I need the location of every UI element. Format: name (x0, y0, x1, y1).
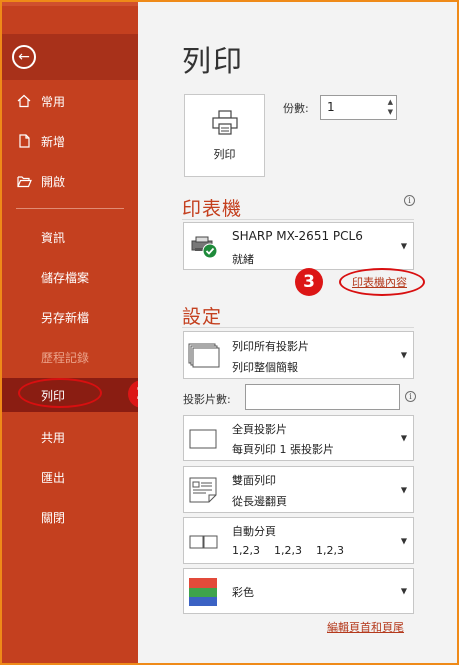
chevron-down-icon: ▼ (400, 241, 407, 251)
settings-section-divider (182, 327, 414, 328)
sidebar-item-export[interactable]: 匯出 (2, 460, 138, 494)
chevron-down-icon: ▼ (400, 350, 407, 360)
sidebar-item-home[interactable]: 常用 (2, 84, 138, 118)
printer-icon (211, 109, 239, 140)
sidebar-item-history: 歷程記錄 (2, 340, 138, 374)
sidebar-item-save-as[interactable]: 另存新檔 (2, 300, 138, 334)
printer-properties-highlight-ellipse (339, 268, 425, 296)
slides-info-icon[interactable]: i (405, 391, 416, 402)
edit-header-footer-link[interactable]: 編輯頁首和頁尾 (327, 619, 404, 635)
layout-dropdown[interactable]: 全頁投影片 每頁列印 1 張投影片 ▼ (183, 415, 414, 461)
printer-ready-icon (190, 235, 218, 263)
duplex-value: 雙面列印 (232, 474, 276, 487)
sidebar-item-info[interactable]: 資訊 (2, 220, 138, 254)
settings-section-title: 設定 (182, 306, 223, 328)
layout-value: 全頁投影片 (232, 423, 287, 436)
backstage-sidebar: ← 常用 新增 開啟 資訊 儲存檔案 另存新檔 歷程記錄 列印 共用 匯出 關閉 (2, 2, 138, 663)
sidebar-item-label: 歷程記錄 (41, 350, 90, 365)
slides-stack-icon (188, 343, 220, 373)
new-file-icon (16, 133, 32, 149)
sidebar-item-open[interactable]: 開啟 (2, 164, 138, 198)
printer-status: 就緒 (232, 253, 254, 266)
color-dropdown[interactable]: 彩色 ▼ (183, 568, 414, 614)
spinner-arrows-icon[interactable]: ▲ ▼ (388, 97, 393, 117)
chevron-down-icon: ▼ (400, 485, 407, 494)
back-arrow-icon: ← (12, 45, 36, 69)
sidebar-item-label: 匯出 (41, 470, 66, 485)
sidebar-item-label: 關閉 (41, 510, 66, 525)
sidebar-item-label: 另存新檔 (41, 310, 90, 325)
sidebar-item-label: 新增 (41, 134, 66, 149)
chevron-down-icon: ▼ (400, 536, 407, 545)
sidebar-item-close[interactable]: 關閉 (2, 500, 138, 534)
slides-input[interactable] (245, 384, 400, 410)
print-item-highlight-ellipse (18, 378, 102, 408)
sidebar-item-label: 共用 (41, 430, 66, 445)
print-range-value: 列印所有投影片 (232, 340, 309, 353)
full-page-slide-icon (189, 429, 217, 453)
collate-description: 1,2,3 1,2,3 1,2,3 (232, 544, 344, 557)
sidebar-item-new[interactable]: 新增 (2, 124, 138, 158)
copies-label: 份數: (283, 102, 309, 115)
sidebar-item-save[interactable]: 儲存檔案 (2, 260, 138, 294)
home-icon (16, 93, 32, 109)
printer-name: SHARP MX-2651 PCL6 (232, 229, 363, 243)
chevron-down-icon: ▼ (400, 433, 407, 443)
sidebar-item-label: 開啟 (41, 174, 66, 189)
folder-open-icon (16, 173, 32, 189)
back-button[interactable]: ← (2, 34, 138, 80)
sidebar-item-share[interactable]: 共用 (2, 420, 138, 454)
print-button[interactable]: 列印 (184, 94, 265, 177)
collate-icon (189, 534, 219, 553)
printer-section-divider (182, 219, 414, 220)
color-swatch-icon (189, 578, 217, 610)
print-button-label: 列印 (213, 147, 236, 161)
copies-spinner[interactable]: 1 ▲ ▼ (320, 95, 397, 120)
slides-label: 投影片數: (183, 393, 231, 406)
page-title: 列印 (182, 44, 245, 78)
sidebar-item-label: 常用 (41, 94, 66, 109)
printer-dropdown[interactable]: SHARP MX-2651 PCL6 就緒 ▼ (183, 222, 414, 270)
sidebar-item-label: 儲存檔案 (41, 270, 90, 285)
duplex-dropdown[interactable]: 雙面列印 從長邊翻頁 ▼ (183, 466, 414, 513)
sidebar-top-band (2, 2, 138, 6)
sidebar-item-label: 資訊 (41, 230, 66, 245)
print-range-description: 列印整個簡報 (232, 361, 298, 374)
collate-dropdown[interactable]: 自動分頁 1,2,3 1,2,3 1,2,3 ▼ (183, 517, 414, 564)
layout-description: 每頁列印 1 張投影片 (232, 443, 334, 456)
sidebar-divider (16, 208, 124, 209)
chevron-down-icon: ▼ (400, 586, 407, 596)
color-value: 彩色 (232, 586, 254, 599)
printer-info-icon[interactable]: i (404, 195, 415, 206)
duplex-print-icon (189, 477, 219, 507)
printer-section-title: 印表機 (182, 198, 243, 220)
print-range-dropdown[interactable]: 列印所有投影片 列印整個簡報 ▼ (183, 331, 414, 379)
duplex-description: 從長邊翻頁 (232, 495, 287, 508)
copies-value: 1 (327, 100, 335, 114)
print-panel: 列印 列印 份數: 1 ▲ ▼ 印表機 i SHARP MX-2651 PCL6… (138, 2, 457, 663)
step-3-badge: 3 (295, 268, 323, 296)
collate-value: 自動分頁 (232, 525, 276, 538)
